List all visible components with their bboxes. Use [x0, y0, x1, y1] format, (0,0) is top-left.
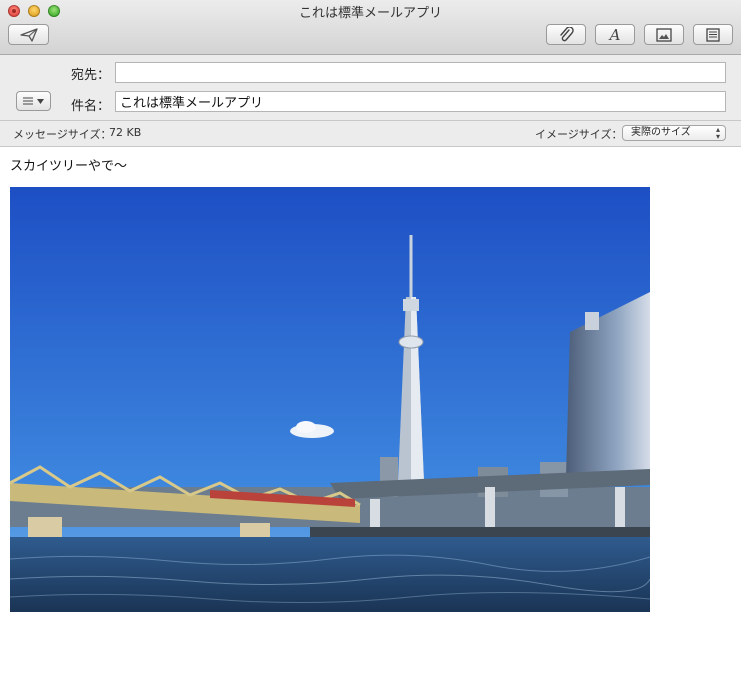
message-info-bar: メッセージサイズ： 72 KB イメージサイズ： 実際のサイズ ▴ ▾: [0, 121, 741, 147]
subject-label: 件名：: [70, 99, 110, 114]
stationery-icon: [706, 27, 720, 42]
image-size-select[interactable]: 実際のサイズ ▴ ▾: [622, 125, 726, 141]
message-size-value: 72 KB: [109, 126, 142, 139]
attached-photo[interactable]: [10, 187, 650, 612]
message-body-text[interactable]: スカイツリーやで〜: [10, 155, 127, 174]
format-button[interactable]: A: [595, 24, 635, 45]
subject-field[interactable]: [115, 91, 726, 112]
send-icon: [19, 27, 38, 42]
image-size-label: イメージサイズ：: [535, 128, 623, 141]
send-button[interactable]: [8, 24, 49, 45]
to-label: 宛先：: [70, 68, 110, 83]
stationery-button[interactable]: [693, 24, 733, 45]
title-toolbar: これは標準メールアプリ A: [0, 0, 741, 55]
photo-browser-button[interactable]: [644, 24, 684, 45]
skytree-photo-image: [10, 187, 650, 612]
paperclip-icon: [560, 26, 574, 41]
attach-button[interactable]: [546, 24, 586, 45]
to-field[interactable]: [115, 62, 726, 83]
message-header: 宛先： 件名：: [0, 55, 741, 121]
font-icon: A: [608, 27, 621, 43]
svg-text:A: A: [608, 27, 621, 43]
stepper-arrows-icon: ▴ ▾: [715, 125, 720, 141]
message-size-label: メッセージサイズ：: [13, 128, 112, 141]
window-title: これは標準メールアプリ: [298, 6, 442, 21]
photo-browser-icon: [656, 27, 672, 42]
image-size-value: 実際のサイズ: [631, 127, 691, 138]
